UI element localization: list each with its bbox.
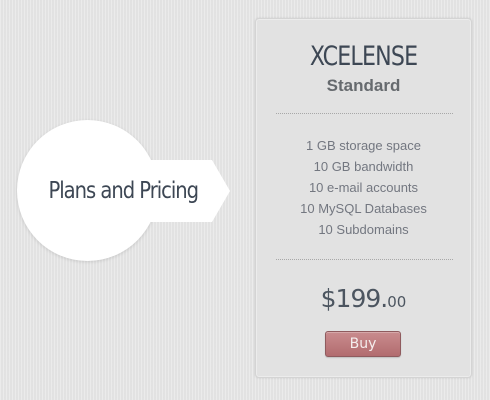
- price-cents: 00: [387, 293, 407, 311]
- price-main: $199.: [320, 284, 389, 313]
- bottom-divider: [276, 259, 453, 260]
- pricing-card: XCELENSE Standard 1 GB storage space 10 …: [255, 18, 472, 378]
- feature-list: 1 GB storage space 10 GB bandwidth 10 e-…: [256, 135, 471, 240]
- plan-tier-name: Standard: [326, 76, 401, 95]
- feature-item: 10 Subdomains: [318, 222, 409, 237]
- feature-item: 10 GB bandwidth: [313, 159, 414, 174]
- feature-item: 10 MySQL Databases: [300, 201, 427, 216]
- plan-brand-title: XCELENSE: [309, 41, 418, 72]
- feature-item: 10 e-mail accounts: [308, 180, 419, 195]
- plan-price: $199.00: [256, 284, 471, 313]
- plans-pricing-badge: Plans and Pricing: [17, 120, 230, 261]
- plans-pricing-label: Plans and Pricing: [48, 177, 200, 204]
- buy-button[interactable]: Buy: [325, 331, 401, 357]
- feature-item: 1 GB storage space: [306, 138, 421, 153]
- top-divider: [276, 113, 453, 114]
